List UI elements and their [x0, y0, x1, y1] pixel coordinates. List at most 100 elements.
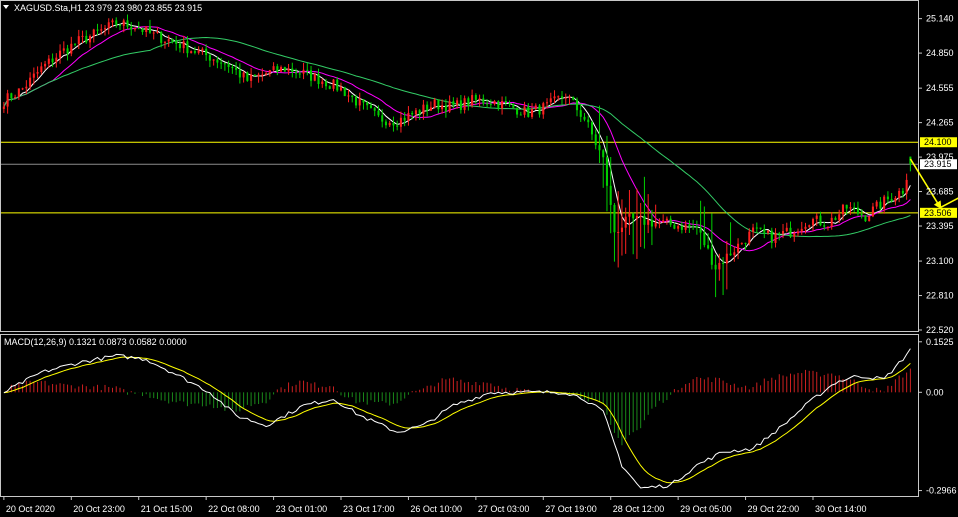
candle-body[interactable]	[384, 121, 387, 126]
candle-body[interactable]	[133, 28, 137, 30]
candle-body[interactable]	[493, 101, 496, 105]
candle-body[interactable]	[10, 93, 13, 99]
candle-body[interactable]	[235, 67, 238, 70]
candle-body[interactable]	[879, 201, 882, 209]
candle-body[interactable]	[246, 72, 249, 81]
candle-body[interactable]	[205, 48, 208, 56]
candle-body[interactable]	[658, 222, 661, 224]
candle-body[interactable]	[145, 26, 148, 33]
candle-body[interactable]	[253, 74, 256, 76]
candle-body[interactable]	[343, 87, 346, 97]
candle-body[interactable]	[66, 48, 69, 54]
candle-body[interactable]	[280, 67, 283, 72]
candle-body[interactable]	[122, 20, 125, 26]
candle-body[interactable]	[186, 41, 189, 54]
candle-body[interactable]	[590, 122, 594, 135]
candle-body[interactable]	[283, 67, 286, 72]
candle-body[interactable]	[377, 110, 380, 116]
candle-body[interactable]	[501, 101, 504, 109]
candle-body[interactable]	[875, 201, 878, 207]
candle-body[interactable]	[695, 226, 698, 228]
candle-body[interactable]	[59, 50, 62, 58]
candle-body[interactable]	[609, 185, 612, 205]
candle-body[interactable]	[579, 110, 582, 117]
candle-body[interactable]	[560, 96, 564, 99]
candle-body[interactable]	[680, 226, 683, 230]
candle-body[interactable]	[677, 226, 680, 229]
candle-body[interactable]	[321, 81, 324, 85]
candle-body[interactable]	[148, 26, 151, 33]
candle-body[interactable]	[617, 231, 620, 233]
candle-body[interactable]	[463, 98, 466, 110]
candle-body[interactable]	[744, 242, 747, 244]
candle-body[interactable]	[856, 207, 859, 214]
candle-body[interactable]	[752, 227, 755, 232]
candle-body[interactable]	[669, 218, 672, 225]
candle-body[interactable]	[295, 72, 298, 74]
candle-body[interactable]	[710, 248, 713, 265]
candle-body[interactable]	[287, 68, 290, 72]
candle-body[interactable]	[396, 125, 399, 127]
candle-body[interactable]	[486, 103, 489, 105]
candle-body[interactable]	[74, 43, 77, 45]
candle-body[interactable]	[36, 72, 39, 74]
candle-body[interactable]	[819, 215, 822, 226]
candle-body[interactable]	[901, 190, 904, 194]
candle-body[interactable]	[523, 106, 526, 115]
candle-body[interactable]	[489, 103, 492, 105]
candle-body[interactable]	[171, 39, 174, 42]
candle-body[interactable]	[317, 73, 320, 85]
candle-body[interactable]	[358, 99, 361, 106]
candle-body[interactable]	[437, 99, 440, 110]
candle-body[interactable]	[265, 73, 268, 75]
candle-body[interactable]	[905, 179, 908, 194]
candle-body[interactable]	[497, 101, 500, 109]
candle-body[interactable]	[538, 105, 541, 115]
candle-body[interactable]	[96, 29, 99, 31]
candle-body[interactable]	[452, 101, 455, 105]
candle-body[interactable]	[407, 112, 410, 121]
candle-body[interactable]	[605, 157, 608, 186]
triangle-down-icon[interactable]	[3, 5, 9, 9]
candle-body[interactable]	[853, 207, 856, 209]
candle-body[interactable]	[418, 110, 421, 114]
candle-body[interactable]	[759, 227, 762, 229]
candle-body[interactable]	[688, 224, 691, 227]
candle-body[interactable]	[208, 55, 211, 61]
candle-body[interactable]	[92, 29, 95, 37]
candle-body[interactable]	[553, 96, 556, 99]
candle-body[interactable]	[474, 95, 477, 100]
candle-body[interactable]	[632, 213, 635, 219]
candle-body[interactable]	[40, 66, 43, 73]
candle-body[interactable]	[32, 73, 35, 78]
candle-body[interactable]	[886, 196, 889, 200]
candle-body[interactable]	[29, 77, 32, 87]
candle-body[interactable]	[347, 95, 350, 97]
candle-body[interactable]	[665, 218, 668, 221]
candle-body[interactable]	[834, 217, 837, 220]
candle-body[interactable]	[718, 262, 721, 270]
candle-body[interactable]	[100, 29, 103, 31]
candle-body[interactable]	[557, 96, 560, 98]
candle-body[interactable]	[44, 63, 47, 67]
candle-body[interactable]	[223, 63, 226, 65]
candle-body[interactable]	[894, 197, 897, 202]
candle-body[interactable]	[115, 20, 118, 25]
candle-body[interactable]	[339, 87, 343, 91]
candle-body[interactable]	[126, 20, 129, 27]
candle-body[interactable]	[441, 105, 444, 110]
candle-body[interactable]	[403, 117, 406, 121]
candle-body[interactable]	[310, 70, 313, 81]
candle-body[interactable]	[250, 74, 253, 81]
candle-body[interactable]	[868, 216, 871, 222]
candle-body[interactable]	[733, 252, 736, 256]
candle-body[interactable]	[531, 109, 534, 117]
candle-body[interactable]	[703, 232, 706, 246]
candle-body[interactable]	[826, 226, 830, 228]
candle-body[interactable]	[197, 50, 200, 53]
candle-body[interactable]	[55, 57, 58, 63]
candle-body[interactable]	[796, 231, 800, 234]
candle-body[interactable]	[673, 224, 676, 229]
candle-body[interactable]	[444, 105, 447, 112]
candle-body[interactable]	[272, 66, 275, 71]
